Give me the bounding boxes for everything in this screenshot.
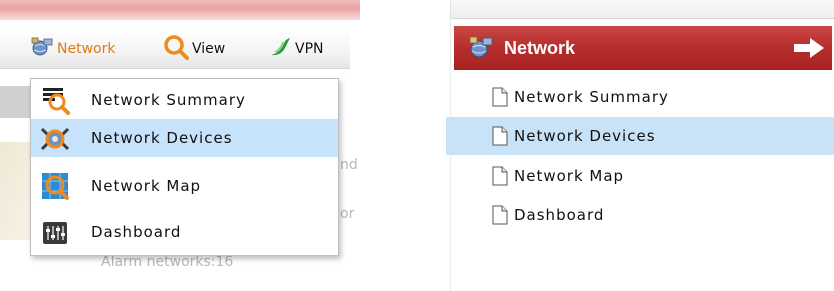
toolbar-vpn-menu[interactable]: VPN [268,36,324,62]
nav-item-label: Network Devices [514,127,656,145]
dashboard-icon [40,217,70,247]
nav-item-network-map[interactable]: Network Map [446,157,834,195]
arrow-right-icon[interactable] [792,36,826,60]
nav-item-dashboard[interactable]: Dashboard [446,196,834,234]
page-icon [492,87,508,107]
menu-item-network-map[interactable]: Network Map [31,167,338,205]
side-navigation-panel: Network Network Summary Network Devices … [446,0,834,291]
toolbar-network-menu[interactable]: Network [30,36,115,62]
panel-frame-top [450,0,834,19]
menu-item-network-summary[interactable]: Network Summary [31,81,338,119]
menu-item-network-devices[interactable]: Network Devices [31,119,338,157]
toolbar-vpn-label: VPN [295,41,324,57]
page-icon [492,166,508,186]
toolbar-network-label: Network [57,41,116,57]
toolbar-view-menu[interactable]: View [163,34,226,64]
nav-item-label: Network Map [514,167,625,185]
background-text-fragment: nd [340,157,358,173]
network-dropdown-menu: Network Summary Network Devices Network … [30,78,339,256]
network-summary-icon [40,85,70,115]
nav-item-label: Network Summary [514,88,669,106]
network-globe-icon [30,35,54,63]
nav-item-network-devices[interactable]: Network Devices [446,117,834,155]
screenshot-stage: Network View VPN nd or Alarm networks:16… [0,0,834,291]
nav-section-header[interactable]: Network [454,26,832,70]
page-icon [492,126,508,146]
menu-item-label: Network Map [91,177,202,195]
nav-section-title: Network [504,37,576,58]
nav-item-label: Dashboard [514,206,605,224]
magnifier-icon [163,34,189,64]
nav-item-network-summary[interactable]: Network Summary [446,78,834,116]
background-alarm-text: Alarm networks:16 [101,254,234,270]
toolbar-view-label: View [192,41,226,57]
page-icon [492,205,508,225]
background-panel-image [0,142,34,240]
background-text-fragment: or [340,206,355,222]
menu-item-label: Dashboard [91,223,182,241]
window-header-strip [0,0,360,20]
vpn-swoosh-icon [268,35,292,63]
main-toolbar: Network View VPN [0,28,350,69]
network-map-icon [40,171,70,201]
network-globe-icon [468,35,494,61]
menu-item-label: Network Summary [91,91,246,109]
network-devices-icon [40,123,70,153]
toolbar-dropdown-panel: Network View VPN nd or Alarm networks:16… [0,0,370,291]
menu-item-dashboard[interactable]: Dashboard [31,213,338,251]
menu-item-label: Network Devices [91,129,233,147]
